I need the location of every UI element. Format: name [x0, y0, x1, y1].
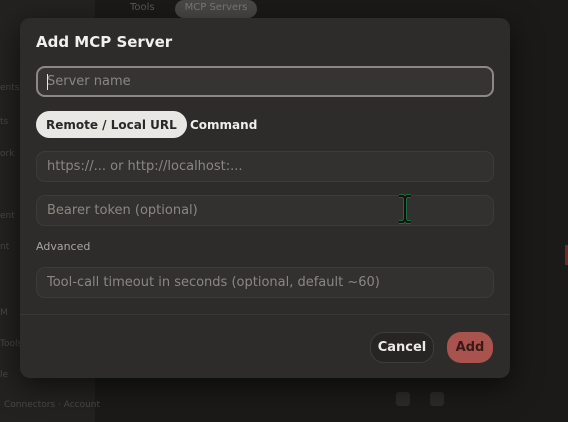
bg-sidebar-item: le: [0, 370, 9, 380]
timeout-input[interactable]: [36, 267, 494, 298]
bg-footer-icon: [430, 392, 444, 406]
bearer-token-input[interactable]: [36, 195, 494, 226]
advanced-label: Advanced: [36, 240, 91, 253]
add-button[interactable]: Add: [447, 332, 493, 363]
footer-divider: [20, 314, 510, 315]
cancel-button[interactable]: Cancel: [370, 332, 434, 363]
bg-footer-icon: [396, 392, 410, 406]
bg-sidebar-item: Tools: [0, 339, 20, 349]
server-name-input[interactable]: [36, 66, 494, 97]
dialog-title: Add MCP Server: [36, 33, 173, 51]
bg-sidebar-item: ts: [0, 117, 9, 127]
url-input[interactable]: [36, 151, 494, 182]
bg-sidebar-item: nt: [0, 242, 10, 252]
tab-remote-local-url[interactable]: Remote / Local URL: [36, 111, 187, 138]
background-tabs: Tools MCP Servers: [120, 0, 258, 18]
tab-command[interactable]: Command: [180, 111, 267, 138]
bg-sidebar-item: M: [0, 308, 8, 318]
bg-tab-tools: Tools: [130, 2, 155, 13]
text-caret: [47, 74, 48, 90]
bg-footer-text: Connectors · Account: [4, 400, 101, 410]
bg-sidebar-item: ent: [0, 211, 15, 221]
add-mcp-server-dialog: Add MCP Server Remote / Local URL Comman…: [20, 18, 510, 378]
bg-tab-mcp-servers: MCP Servers: [174, 0, 258, 18]
bg-sidebar-item: ents: [0, 83, 20, 93]
bg-sidebar-item: ork: [0, 149, 15, 159]
text-cursor-icon: [399, 194, 411, 224]
